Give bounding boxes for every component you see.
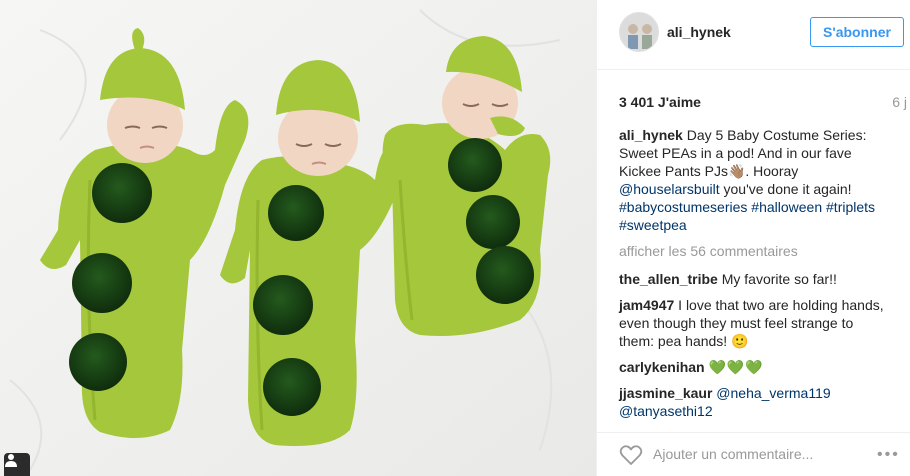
header-username[interactable]: ali_hynek bbox=[667, 24, 731, 40]
comment-item: carlykenihan 💚💚💚 bbox=[619, 358, 889, 376]
comment-username[interactable]: carlykenihan bbox=[619, 359, 705, 375]
comment-list: ali_hynek Day 5 Baby Costume Series: Swe… bbox=[619, 126, 889, 428]
comment-item: the_allen_tribe My favorite so far!! bbox=[619, 270, 889, 288]
comment-text: My favorite so far!! bbox=[721, 271, 837, 287]
comment-username[interactable]: jam4947 bbox=[619, 297, 674, 313]
show-more-comments-link[interactable]: afficher les 56 commentaires bbox=[619, 242, 889, 260]
like-count[interactable]: 3 401 J'aime bbox=[619, 94, 701, 110]
caption-hashtags[interactable]: #babycostumeseries #halloween #triplets … bbox=[619, 199, 875, 233]
comment-text: 💚💚💚 bbox=[708, 359, 764, 375]
caption-username[interactable]: ali_hynek bbox=[619, 127, 683, 143]
caption-mention[interactable]: @houselarsbuilt bbox=[619, 181, 720, 197]
comment-item: jam4947 I love that two are holding hand… bbox=[619, 296, 889, 350]
more-options-icon[interactable]: ••• bbox=[877, 446, 900, 464]
comment-username[interactable]: jjasmine_kaur bbox=[619, 385, 712, 401]
avatar[interactable] bbox=[619, 12, 659, 52]
comment-item: jjasmine_kaur @neha_verma119 @tanyasethi… bbox=[619, 384, 889, 420]
post-photo[interactable] bbox=[0, 0, 596, 476]
add-comment-input[interactable]: Ajouter un commentaire... bbox=[653, 446, 813, 462]
post-header: ali_hynek S'abonner bbox=[597, 0, 910, 70]
comment-mention[interactable]: @tanyasethi12 bbox=[619, 403, 713, 419]
caption: ali_hynek Day 5 Baby Costume Series: Swe… bbox=[619, 126, 889, 234]
comment-mention[interactable]: @neha_verma119 bbox=[716, 385, 830, 401]
comment-footer: Ajouter un commentaire... ••• bbox=[597, 432, 910, 476]
user-tag-icon[interactable] bbox=[4, 453, 30, 476]
caption-text-after: you've done it again! bbox=[719, 181, 852, 197]
post-time[interactable]: 6 j bbox=[892, 94, 907, 110]
likes-row: 3 401 J'aime 6 j bbox=[619, 94, 907, 110]
photo-illustration bbox=[0, 0, 596, 476]
heart-icon[interactable] bbox=[619, 444, 643, 466]
follow-button[interactable]: S'abonner bbox=[810, 17, 904, 47]
post-side-panel: ali_hynek S'abonner 3 401 J'aime 6 j ali… bbox=[596, 0, 910, 476]
comment-username[interactable]: the_allen_tribe bbox=[619, 271, 718, 287]
